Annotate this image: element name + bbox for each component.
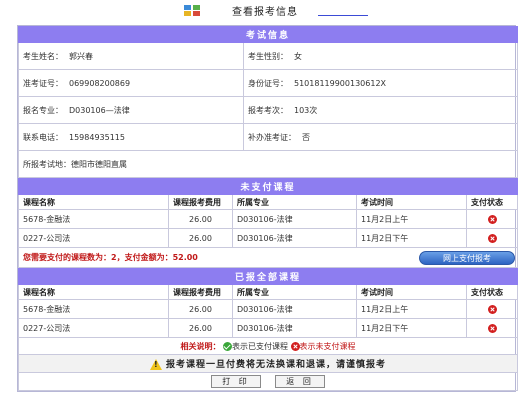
- pay-status-cell: [465, 299, 519, 319]
- legend-paid-text: 表示已支付课程: [232, 341, 288, 351]
- col-fee: 课程报考费用: [168, 284, 233, 300]
- exam-times-cell: 报考考次： 103次: [242, 96, 519, 124]
- major-label: 报名专业：: [23, 105, 63, 115]
- gender-value: 女: [294, 51, 302, 61]
- id-value: 51018119900130612X: [294, 78, 387, 88]
- phone-cell: 联系电话： 15984935115: [18, 123, 244, 151]
- course-time: 11月2日下午: [356, 228, 467, 248]
- pay-status-cell: [465, 318, 519, 338]
- course-fee: 26.00: [168, 318, 233, 338]
- gender-cell: 考生性别： 女: [242, 42, 519, 70]
- table-row: 5678-金融法 26.00 D030106-法律 11月2日上午: [18, 209, 519, 229]
- col-course-name: 课程名称: [18, 194, 169, 210]
- title-underline: [318, 15, 368, 16]
- major-value: D030106—法律: [69, 105, 130, 115]
- student-name-label: 考生姓名：: [23, 51, 63, 61]
- col-exam-time: 考试时间: [356, 194, 467, 210]
- col-major: 所属专业: [232, 284, 357, 300]
- col-fee: 课程报考费用: [168, 194, 233, 210]
- all-courses-header: 已报全部课程: [17, 268, 519, 285]
- exam-registration-panel: 考试信息 考生姓名： 郭兴春 考生性别： 女 准考证号： 069908200869 身…: [17, 25, 519, 392]
- exam-site-cell: 所报考试地：德阳市德阳直属: [17, 150, 519, 178]
- unpaid-x-icon: [487, 323, 497, 333]
- all-courses-table: 已报全部课程 课程名称 课程报考费用 所属专业 考试时间 支付状态 5678-金…: [17, 268, 519, 391]
- windows-icon: [184, 5, 200, 16]
- reissue-cell: 补办准考证： 否: [242, 123, 519, 151]
- legend-title: 相关说明：: [180, 341, 221, 351]
- exam-info-table: 考试信息 考生姓名： 郭兴春 考生性别： 女 准考证号： 069908200869 身…: [17, 26, 519, 178]
- legend-row: 相关说明： 表示已支付课程 表示未支付课程: [17, 337, 519, 355]
- admission-cell: 准考证号： 069908200869: [18, 69, 244, 97]
- course-name: 5678-金融法: [18, 209, 169, 229]
- course-major: D030106-法律: [232, 228, 357, 248]
- col-course-name: 课程名称: [18, 284, 169, 300]
- print-button[interactable]: 打 印: [211, 375, 261, 388]
- id-cell: 身份证号： 51018119900130612X: [242, 69, 519, 97]
- exam-times-value: 103次: [294, 105, 318, 115]
- page-header: 查看报考信息: [0, 0, 525, 22]
- admission-label: 准考证号：: [23, 78, 63, 88]
- course-major: D030106-法律: [232, 299, 357, 319]
- payment-due-text: 您需要支付的课程数为：2，支付金额为：52.00: [23, 253, 198, 262]
- course-major: D030106-法律: [232, 318, 357, 338]
- major-cell: 报名专业： D030106—法律: [18, 96, 244, 124]
- col-pay-status: 支付状态: [465, 284, 519, 300]
- warning-row: 报考课程一旦付费将无法换课和退课，请谨慎报考: [17, 354, 519, 373]
- pay-status-cell: [465, 209, 519, 229]
- payment-due-row: 您需要支付的课程数为：2，支付金额为：52.00 网上支付报考: [17, 247, 519, 268]
- course-name: 0227-公司法: [18, 318, 169, 338]
- table-row: 5678-金融法 26.00 D030106-法律 11月2日上午: [18, 299, 519, 319]
- course-fee: 26.00: [168, 299, 233, 319]
- unpaid-courses-table: 未支付课程 课程名称 课程报考费用 所属专业 考试时间 支付状态 5678-金融…: [17, 178, 519, 268]
- table-row: 0227-公司法 26.00 D030106-法律 11月2日下午: [18, 318, 519, 338]
- student-name-value: 郭兴春: [69, 51, 93, 61]
- reissue-label: 补办准考证：: [248, 132, 296, 142]
- page-title: 查看报考信息: [232, 7, 298, 18]
- course-name: 5678-金融法: [18, 299, 169, 319]
- col-major: 所属专业: [232, 194, 357, 210]
- back-button[interactable]: 返 回: [275, 375, 325, 388]
- online-pay-button[interactable]: 网上支付报考: [419, 251, 516, 265]
- action-buttons-row: 打 印 返 回: [17, 372, 519, 391]
- course-name: 0227-公司法: [18, 228, 169, 248]
- exam-times-label: 报考考次：: [248, 105, 288, 115]
- warning-text: 报考课程一旦付费将无法换课和退课，请谨慎报考: [166, 360, 387, 370]
- course-time: 11月2日上午: [356, 209, 467, 229]
- unpaid-x-icon: [487, 214, 497, 224]
- paid-check-icon: [223, 341, 232, 351]
- course-major: D030106-法律: [232, 209, 357, 229]
- unpaid-x-icon: [290, 341, 300, 351]
- course-time: 11月2日下午: [356, 318, 467, 338]
- unpaid-x-icon: [487, 233, 497, 243]
- pay-status-cell: [465, 228, 519, 248]
- warning-icon: [150, 359, 162, 370]
- reissue-value: 否: [302, 132, 310, 142]
- col-pay-status: 支付状态: [465, 194, 519, 210]
- course-fee: 26.00: [168, 228, 233, 248]
- exam-site-label: 所报考试地：: [23, 159, 71, 169]
- student-name-cell: 考生姓名： 郭兴春: [18, 42, 244, 70]
- legend-unpaid-text: 表示未支付课程: [299, 341, 356, 351]
- unpaid-x-icon: [487, 304, 497, 314]
- id-label: 身份证号：: [248, 78, 288, 88]
- phone-label: 联系电话：: [23, 132, 63, 142]
- exam-site-value: 德阳市德阳直属: [71, 159, 127, 169]
- unpaid-courses-header: 未支付课程: [17, 178, 519, 195]
- gender-label: 考生性别：: [248, 51, 288, 61]
- course-time: 11月2日上午: [356, 299, 467, 319]
- phone-value: 15984935115: [69, 132, 125, 142]
- table-row: 0227-公司法 26.00 D030106-法律 11月2日下午: [18, 228, 519, 248]
- course-fee: 26.00: [168, 209, 233, 229]
- col-exam-time: 考试时间: [356, 284, 467, 300]
- exam-info-header: 考试信息: [17, 26, 519, 43]
- admission-value: 069908200869: [69, 78, 131, 88]
